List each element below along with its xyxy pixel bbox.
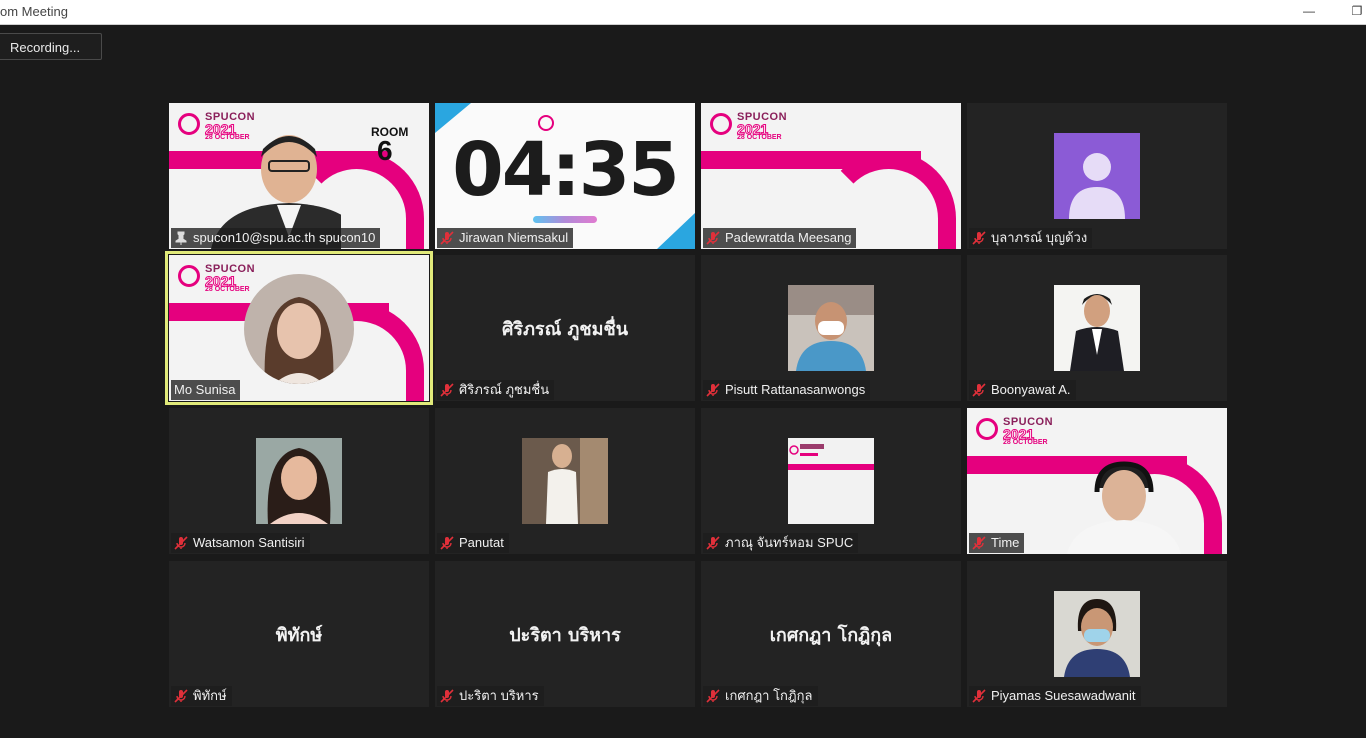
mic-muted-icon	[972, 689, 986, 703]
participant-name-label: Pisutt Rattanasanwongs	[703, 380, 871, 400]
window-title: om Meeting	[0, 4, 68, 19]
participant-photo	[1054, 591, 1140, 677]
mic-muted-icon	[440, 536, 454, 550]
participant-tile[interactable]: Watsamon Santisiri	[169, 408, 429, 554]
participant-tile-active-speaker[interactable]: SPUCON 2021 28 OCTOBER Mo Sunisa	[165, 251, 433, 405]
participant-name-label: ปะริตา บริหาร	[437, 686, 544, 706]
title-bar: om Meeting — ❐	[0, 0, 1366, 25]
minimize-icon[interactable]: —	[1298, 2, 1320, 20]
participant-tile[interactable]: Panutat	[435, 408, 695, 554]
participant-tile[interactable]: เกศกฎา โกฎิกุล เกศกฎา โกฎิกุล	[701, 561, 961, 707]
participant-name-label: Padewratda Meesang	[703, 228, 857, 248]
participant-name-label: Watsamon Santisiri	[171, 533, 310, 553]
participant-photo	[788, 438, 874, 524]
mic-muted-icon	[972, 383, 986, 397]
participant-tile[interactable]: Boonyawat A.	[967, 255, 1227, 401]
mic-muted-icon	[440, 231, 454, 245]
spucon-logo-icon	[710, 113, 732, 135]
participant-video	[244, 274, 354, 384]
participant-photo	[1054, 285, 1140, 371]
participant-name-label: ภาณุ จันทร์หอม SPUC	[703, 533, 859, 553]
participant-name-label: Jirawan Niemsakul	[437, 228, 574, 248]
participant-name-label: เกศกฎา โกฎิกุล	[703, 686, 818, 706]
participant-name-label: Time	[969, 533, 1025, 553]
room-number: 6	[377, 135, 393, 166]
participant-name-label: spucon10@spu.ac.th spucon10	[171, 228, 381, 248]
mic-muted-icon	[706, 231, 720, 245]
recording-indicator[interactable]: Recording...	[0, 33, 102, 60]
participant-tile[interactable]: SPUCON 2021 28 OCTOBER Time	[967, 408, 1227, 554]
mic-muted-icon	[174, 536, 188, 550]
participant-name-label: ศิริภรณ์ ภูชมชื่น	[437, 380, 555, 400]
participant-name-label: พิทักษ์	[171, 686, 232, 706]
mic-muted-icon	[440, 383, 454, 397]
mic-muted-icon	[972, 231, 986, 245]
mic-muted-icon	[174, 689, 188, 703]
video-grid: SPUCON 2021 28 OCTOBER ROOM 6 spucon10@s…	[165, 103, 1227, 707]
participant-tile[interactable]: ศิริภรณ์ ภูชมชื่น ศิริภรณ์ ภูชมชื่น	[435, 255, 695, 401]
participant-name-label: บุลาภรณ์ บุญด้วง	[969, 228, 1093, 248]
mic-muted-icon	[706, 689, 720, 703]
participant-photo	[522, 438, 608, 524]
mic-muted-icon	[440, 689, 454, 703]
participant-tile[interactable]: บุลาภรณ์ บุญด้วง	[967, 103, 1227, 249]
countdown-timer: 04:35	[452, 127, 680, 213]
mic-muted-icon	[706, 383, 720, 397]
mic-muted-icon	[706, 536, 720, 550]
participant-tile[interactable]: 04:35 Jirawan Niemsakul	[435, 103, 695, 249]
participant-tile[interactable]: ภาณุ จันทร์หอม SPUC	[701, 408, 961, 554]
participant-video	[1067, 461, 1181, 554]
participant-photo	[788, 285, 874, 371]
participant-tile[interactable]: SPUCON 2021 28 OCTOBER ROOM 6 spucon10@s…	[169, 103, 429, 249]
participant-tile[interactable]: SPUCON 2021 28 OCTOBER Padewratda Meesan…	[701, 103, 961, 249]
spucon-logo-icon	[976, 418, 998, 440]
spucon-logo-icon	[178, 113, 200, 135]
participant-tile[interactable]: Pisutt Rattanasanwongs	[701, 255, 961, 401]
restore-icon[interactable]: ❐	[1346, 2, 1366, 20]
participant-tile[interactable]: Piyamas Suesawadwanit	[967, 561, 1227, 707]
participant-photo	[256, 438, 342, 524]
participant-name-label: Panutat	[437, 533, 509, 553]
default-avatar-icon	[1054, 133, 1140, 219]
participant-name-label: Piyamas Suesawadwanit	[969, 686, 1141, 706]
participant-tile[interactable]: พิทักษ์ พิทักษ์	[169, 561, 429, 707]
pin-icon	[175, 231, 187, 245]
mic-muted-icon	[972, 536, 986, 550]
participant-name-label: Mo Sunisa	[171, 380, 241, 400]
participant-tile[interactable]: ปะริตา บริหาร ปะริตา บริหาร	[435, 561, 695, 707]
spucon-logo-icon	[178, 265, 200, 287]
timer-bar	[533, 216, 597, 223]
participant-name-label: Boonyawat A.	[969, 380, 1076, 400]
